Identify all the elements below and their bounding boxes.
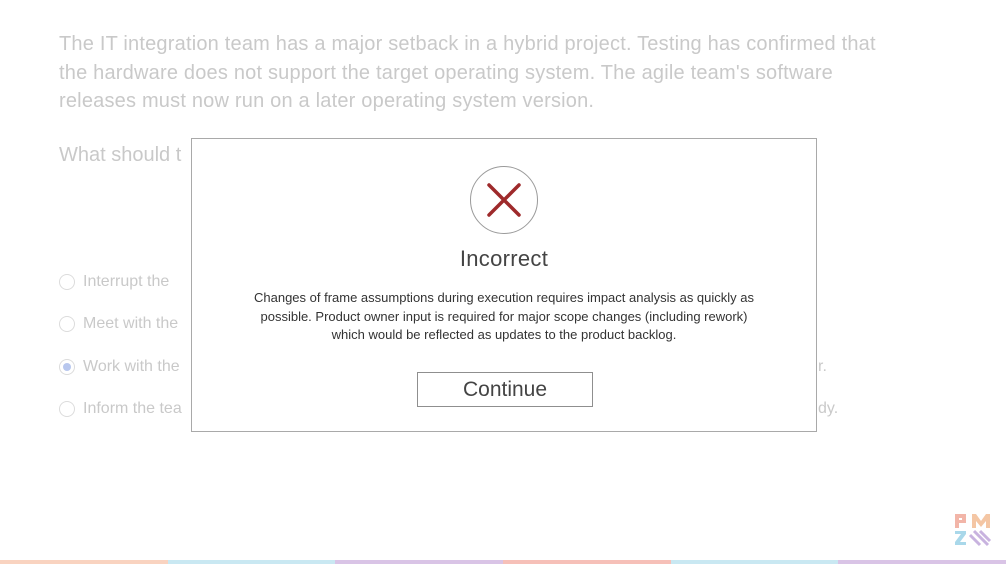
answer-option-4[interactable]: Inform the tea bbox=[59, 398, 182, 420]
x-mark-icon bbox=[470, 166, 538, 234]
pmi-logo-icon bbox=[954, 512, 992, 548]
question-line: The IT integration team has a major setb… bbox=[59, 33, 876, 55]
answer-option-label-tail: dy. bbox=[818, 400, 839, 417]
radio-button[interactable] bbox=[59, 316, 75, 332]
feedback-dialog: Incorrect Changes of frame assumptions d… bbox=[191, 138, 817, 432]
color-bar-segment bbox=[670, 560, 839, 564]
bottom-color-bar bbox=[0, 560, 1006, 564]
question-text: The IT integration team has a major setb… bbox=[59, 30, 959, 116]
answer-option-label: Inform the tea bbox=[83, 400, 182, 417]
feedback-line: possible. Product owner input is require… bbox=[260, 308, 748, 324]
feedback-line: which would be reflected as updates to t… bbox=[331, 327, 677, 342]
color-bar-segment bbox=[503, 560, 671, 564]
question-prompt: What should t bbox=[59, 144, 182, 166]
radio-button-selected[interactable] bbox=[59, 359, 75, 375]
answer-option-label-tail: r. bbox=[818, 358, 827, 375]
radio-button[interactable] bbox=[59, 274, 75, 290]
answer-option-2[interactable]: Meet with the bbox=[59, 313, 178, 335]
feedback-text: Changes of frame assumptions during exec… bbox=[228, 289, 780, 345]
answer-option-3[interactable]: Work with the bbox=[59, 356, 180, 378]
question-line: releases must now run on a later operati… bbox=[59, 90, 595, 112]
color-bar-segment bbox=[335, 560, 504, 564]
answer-option-label: Meet with the bbox=[83, 315, 179, 332]
result-title: Incorrect bbox=[459, 246, 549, 271]
color-bar-segment bbox=[167, 560, 336, 564]
feedback-line: Changes of frame assumptions during exec… bbox=[253, 290, 755, 305]
color-bar-segment bbox=[838, 560, 1006, 564]
color-bar-segment bbox=[0, 560, 168, 564]
answer-option-label: Work with the bbox=[83, 358, 180, 375]
answer-option-label: Interrupt the bbox=[83, 273, 170, 290]
radio-button[interactable] bbox=[59, 401, 75, 417]
question-line: the hardware does not support the target… bbox=[59, 61, 834, 84]
x-mark-glyph bbox=[487, 183, 521, 217]
continue-button[interactable]: Continue bbox=[417, 372, 593, 407]
answer-option-1[interactable]: Interrupt the bbox=[59, 271, 169, 293]
